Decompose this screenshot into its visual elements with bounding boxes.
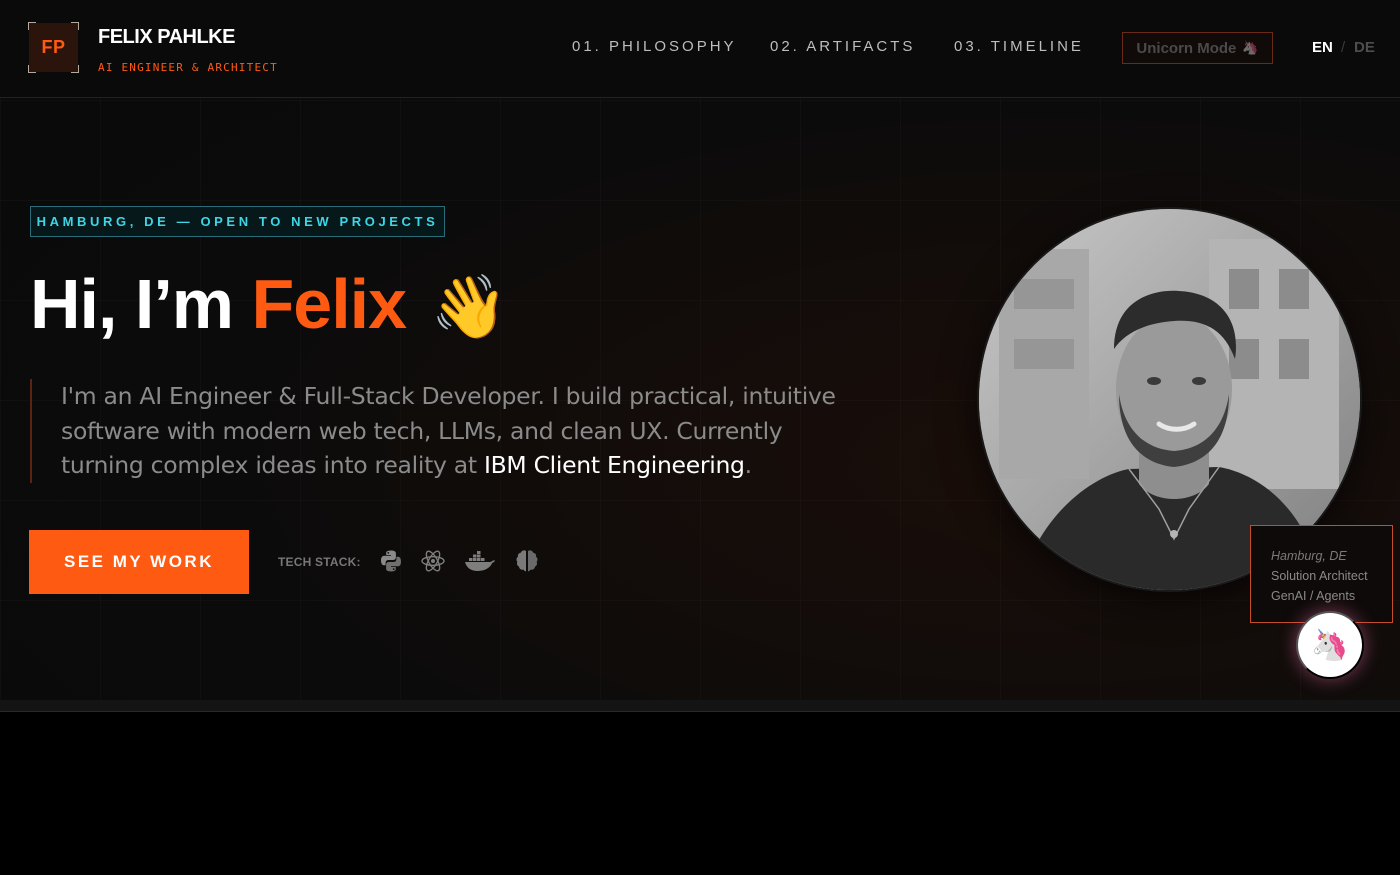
docker-icon — [463, 546, 497, 576]
react-icon — [420, 546, 446, 576]
profile-info-card: Hamburg, DE Solution Architect GenAI / A… — [1250, 525, 1393, 623]
python-icon — [378, 546, 404, 576]
language-de[interactable]: DE — [1354, 39, 1375, 56]
unicorn-fab-button[interactable]: 🦄 — [1296, 611, 1364, 679]
hero-headline: Hi, I’m Felix 👋 — [30, 262, 508, 350]
unicorn-mode-button[interactable]: Unicorn Mode 🦄 — [1122, 32, 1273, 64]
headline-greeting: Hi, I’m — [30, 265, 234, 343]
wave-icon: 👋 — [430, 273, 507, 342]
tech-stack-label: TECH STACK: — [278, 555, 361, 569]
unicorn-mode-label: Unicorn Mode — [1136, 39, 1237, 57]
intro-highlight: IBM Client Engineering — [483, 451, 745, 479]
profile-role: Solution Architect — [1271, 569, 1368, 583]
language-en[interactable]: EN — [1312, 39, 1333, 56]
brain-icon — [513, 546, 541, 576]
status-badge: HAMBURG, DE — OPEN TO NEW PROJECTS — [30, 206, 445, 237]
nav-link-artifacts[interactable]: 02. ARTIFACTS — [770, 38, 915, 58]
nav-link-philosophy[interactable]: 01. PHILOSOPHY — [572, 38, 737, 58]
language-separator: / — [1341, 39, 1346, 56]
profile-focus: GenAI / Agents — [1271, 589, 1356, 603]
site-header: FP FELIX PAHLKE AI ENGINEER & ARCHITECT … — [0, 0, 1400, 98]
see-my-work-button[interactable]: SEE MY WORK — [29, 530, 249, 594]
logo[interactable]: FP — [28, 22, 79, 73]
logo-initials: FP — [41, 37, 66, 57]
unicorn-icon: 🦄 — [1242, 40, 1259, 55]
brand-subtitle: AI ENGINEER & ARCHITECT — [98, 61, 278, 74]
section-divider — [0, 700, 1400, 711]
profile-location: Hamburg, DE — [1271, 549, 1347, 563]
intro-end: . — [744, 451, 752, 479]
unicorn-icon: 🦄 — [1311, 628, 1349, 662]
brand-name[interactable]: FELIX PAHLKE — [98, 26, 235, 49]
headline-name: Felix — [251, 265, 408, 343]
intro-paragraph: I'm an AI Engineer & Full-Stack Develope… — [30, 379, 860, 483]
nav-link-timeline[interactable]: 03. TIMELINE — [954, 38, 1084, 58]
